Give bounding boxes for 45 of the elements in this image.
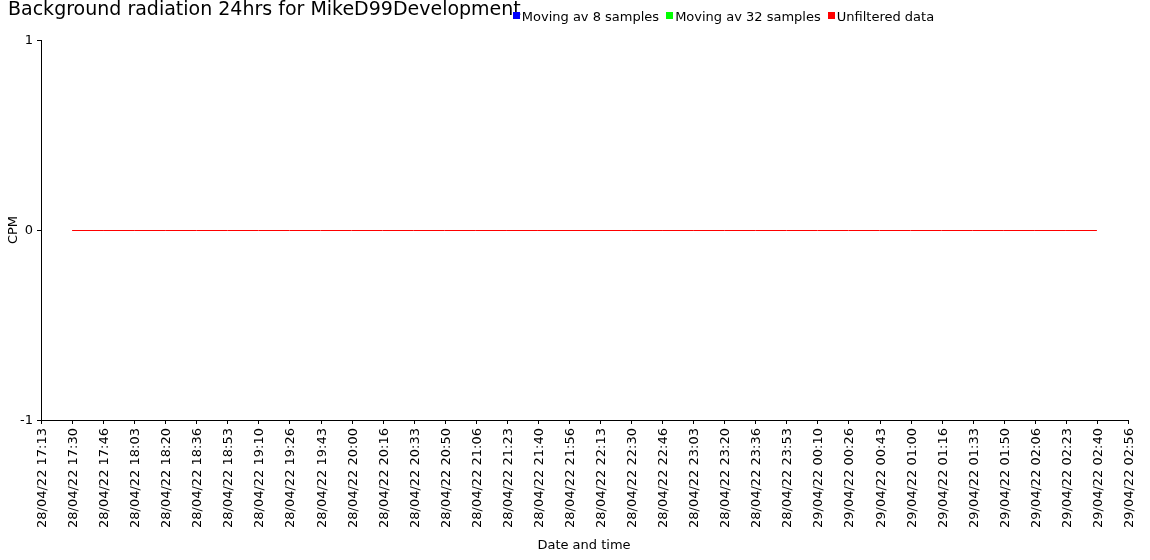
legend-label: Unfiltered data	[836, 9, 935, 25]
x-tick-label: 29/04/22 01:50	[996, 428, 1012, 528]
y-tick-label: 0	[24, 222, 33, 237]
x-tick-label: 28/04/22 22:30	[624, 428, 640, 528]
x-tick-label: 28/04/22 20:16	[375, 428, 391, 528]
x-tick-label: 29/04/22 02:40	[1089, 428, 1105, 528]
x-tick-label: 29/04/22 00:10	[810, 428, 826, 528]
x-axis-title: Date and time	[537, 537, 631, 552]
x-tick-label: 28/04/22 20:50	[437, 428, 453, 528]
x-tick-label: 29/04/22 01:16	[934, 428, 950, 528]
x-tick-label: 29/04/22 01:00	[903, 428, 919, 528]
x-tick-label: 29/04/22 02:23	[1058, 428, 1074, 528]
x-tick-label: 28/04/22 20:33	[406, 428, 422, 528]
x-tick-label: 29/04/22 00:26	[841, 428, 857, 528]
x-tick-label: 28/04/22 21:56	[561, 428, 577, 528]
x-tick-label: 28/04/22 23:03	[686, 428, 702, 528]
x-tick-label: 28/04/22 20:00	[344, 428, 360, 528]
y-axis-title: CPM	[5, 215, 20, 245]
x-tick-label: 28/04/22 18:36	[189, 428, 205, 528]
y-tick-label: 1	[24, 32, 33, 47]
x-tick-label: 28/04/22 23:20	[717, 428, 733, 528]
x-tick-label: 28/04/22 21:23	[499, 428, 515, 528]
x-tick-label: 28/04/22 23:53	[779, 428, 795, 528]
x-tick-label: 28/04/22 18:20	[158, 428, 174, 528]
y-tick-label: -1	[20, 412, 33, 427]
legend-label: Moving av 32 samples	[675, 9, 821, 25]
x-tick-label: 28/04/22 19:26	[282, 428, 298, 528]
x-tick-label: 29/04/22 00:43	[872, 428, 888, 528]
x-tick-label: 28/04/22 22:46	[655, 428, 671, 528]
chart-title: Background radiation 24hrs for MikeD99Development	[8, 0, 521, 19]
x-tick-label: 28/04/22 18:53	[220, 428, 236, 528]
x-tick-label: 28/04/22 17:30	[65, 428, 81, 528]
x-tick-label: 29/04/22 01:33	[965, 428, 981, 528]
x-tick-label: 28/04/22 19:10	[251, 428, 267, 528]
x-tick-label: 28/04/22 21:06	[468, 428, 484, 528]
x-tick-label: 28/04/22 22:13	[593, 428, 609, 528]
x-tick-label: 29/04/22 02:56	[1121, 428, 1136, 528]
x-tick-label: 28/04/22 19:43	[313, 428, 329, 528]
x-tick-label: 28/04/22 17:46	[96, 428, 112, 528]
x-tick-label: 28/04/22 18:03	[127, 428, 143, 528]
x-tick-label: 29/04/22 02:06	[1027, 428, 1043, 528]
x-tick-label: 28/04/22 21:40	[530, 428, 546, 528]
x-tick-label: 28/04/22 23:36	[748, 428, 764, 528]
legend-label: Moving av 8 samples	[521, 9, 660, 25]
x-tick-label: 28/04/22 17:13	[34, 428, 49, 528]
